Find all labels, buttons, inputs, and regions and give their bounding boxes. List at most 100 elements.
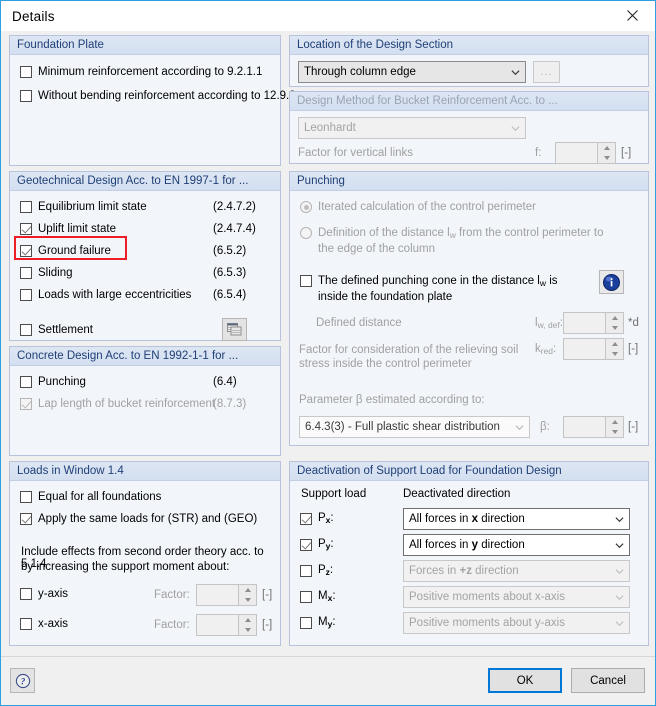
- factor-input-x-axis[interactable]: [197, 615, 238, 635]
- group-punching: Punching Iterated calculation of the con…: [289, 171, 649, 446]
- spinner-down-icon: [606, 427, 623, 437]
- direction-combo-py[interactable]: All forces in y direction: [403, 534, 630, 556]
- checkbox-label: Px:: [318, 512, 334, 525]
- chevron-glyph: [514, 424, 524, 430]
- checkbox-uplift-limit-state[interactable]: Uplift limit state: [20, 223, 116, 235]
- beta-unit: [-]: [628, 421, 639, 433]
- group-header: Geotechnical Design Acc. to EN 1997-1 fo…: [10, 172, 280, 191]
- location-ellipsis-button[interactable]: ...: [533, 61, 560, 83]
- group-concrete-design: Concrete Design Acc. to EN 1992-1-1 for …: [9, 346, 281, 456]
- factor-input-y-axis[interactable]: [197, 585, 238, 605]
- factor-unit-y-axis: [-]: [262, 589, 273, 601]
- group-body: Leonhardt Factor for vertical links f: […: [290, 110, 648, 164]
- checkbox-mx[interactable]: Mx:: [300, 590, 336, 603]
- group-title: Design Method for Bucket Reinforcement A…: [297, 95, 558, 107]
- beta-symbol: β:: [540, 421, 550, 433]
- checkbox-box: [20, 223, 32, 235]
- radio-label: Iterated calculation of the control peri…: [318, 201, 536, 213]
- dialog-footer: ? OK Cancel: [1, 656, 655, 705]
- chevron-glyph: [614, 620, 624, 626]
- checkbox-apply-same-loads-str-geo[interactable]: Apply the same loads for (STR) and (GEO): [20, 513, 257, 525]
- checkbox-box: [20, 201, 32, 213]
- table-settings-glyph: [227, 323, 242, 336]
- factor-vertical-links-unit: [-]: [621, 147, 632, 159]
- checkbox-box: [300, 275, 312, 287]
- checkbox-label: Settlement: [38, 324, 93, 336]
- checkbox-box: [20, 324, 32, 336]
- checkbox-py[interactable]: Py:: [300, 538, 334, 551]
- chevron-down-icon: [609, 541, 629, 550]
- info-icon[interactable]: [599, 270, 624, 294]
- spinner-buttons[interactable]: [238, 585, 256, 605]
- defined-distance-label: Defined distance: [316, 317, 402, 329]
- combo-selected-value: Through column edge: [304, 66, 416, 78]
- spinner-buttons[interactable]: [238, 615, 256, 635]
- group-deactivation-support-load: Deactivation of Support Load for Foundat…: [289, 461, 649, 646]
- spinner-up-icon: [606, 313, 623, 323]
- factor-vertical-links-input: [556, 143, 597, 163]
- checkbox-x-axis[interactable]: x-axis: [20, 618, 68, 630]
- group-header: Design Method for Bucket Reinforcement A…: [290, 92, 648, 111]
- checkbox-box: [20, 376, 32, 388]
- combo-selected-value: Positive moments about x-axis: [409, 591, 565, 603]
- spinner-buttons: [605, 339, 623, 359]
- spinner-up-icon[interactable]: [239, 585, 256, 595]
- table-settings-icon[interactable]: [222, 318, 247, 341]
- group-body: Equilibrium limit state (2.4.7.2) Uplift…: [10, 190, 280, 341]
- kred-spinner: [563, 338, 624, 360]
- checkbox-punching[interactable]: Punching: [20, 376, 86, 388]
- factor-spinner-y-axis[interactable]: [196, 584, 257, 606]
- chevron-down-icon: [609, 593, 629, 602]
- checkbox-my[interactable]: My:: [300, 616, 336, 629]
- checkbox-label: y-axis: [38, 588, 69, 600]
- spinner-down-icon[interactable]: [239, 625, 256, 635]
- checkbox-settlement[interactable]: Settlement: [20, 324, 93, 336]
- checkbox-pz[interactable]: Pz:: [300, 564, 333, 577]
- group-header: Foundation Plate: [10, 36, 280, 55]
- group-body: Equal for all foundations Apply the same…: [10, 480, 280, 645]
- factor-spinner-x-axis[interactable]: [196, 614, 257, 636]
- close-glyph: [627, 10, 638, 21]
- direction-combo-px[interactable]: All forces in x direction: [403, 508, 630, 530]
- chevron-down-icon: [609, 567, 629, 576]
- checkbox-y-axis[interactable]: y-axis: [20, 588, 68, 600]
- combo-selected-value: Leonhardt: [304, 122, 356, 134]
- column-header-deactivated-direction: Deactivated direction: [403, 488, 511, 500]
- checkbox-equal-for-all-foundations[interactable]: Equal for all foundations: [20, 491, 161, 503]
- checkbox-ground-failure[interactable]: Ground failure: [20, 245, 111, 257]
- spinner-down-icon[interactable]: [239, 595, 256, 605]
- group-title: Foundation Plate: [17, 39, 104, 51]
- checkbox-label: Punching: [38, 376, 86, 388]
- chevron-down-icon: [505, 68, 525, 77]
- group-title: Deactivation of Support Load for Foundat…: [297, 465, 562, 477]
- checkbox-without-bending-reinforcement[interactable]: Without bending reinforcement according …: [20, 90, 296, 102]
- code-ref-ground-failure: (6.5.2): [213, 245, 247, 257]
- spinner-up-icon[interactable]: [239, 615, 256, 625]
- checkbox-box: [300, 538, 312, 551]
- checkbox-punching-cone-inside-plate[interactable]: The defined punching cone in the distanc…: [300, 274, 588, 304]
- chevron-down-icon: [609, 619, 629, 628]
- checkbox-loads-large-eccentricities[interactable]: Loads with large eccentricities: [20, 289, 191, 301]
- help-icon[interactable]: ?: [10, 668, 35, 693]
- checkbox-equilibrium-limit-state[interactable]: Equilibrium limit state: [20, 201, 147, 213]
- close-icon[interactable]: [610, 1, 655, 30]
- factor-vertical-links-label: Factor for vertical links: [298, 147, 414, 159]
- chevron-down-icon: [509, 423, 529, 432]
- checkbox-box: [20, 618, 32, 630]
- svg-text:?: ?: [20, 676, 25, 686]
- radio-definition-of-distance: Definition of the distance lw from the c…: [300, 226, 618, 256]
- group-body: Through column edge ...: [290, 54, 648, 86]
- group-header: Concrete Design Acc. to EN 1992-1-1 for …: [10, 347, 280, 366]
- checkbox-px[interactable]: Px:: [300, 512, 334, 525]
- checkbox-minimum-reinforcement[interactable]: Minimum reinforcement according to 9.2.1…: [20, 66, 262, 78]
- location-design-section-combo[interactable]: Through column edge: [298, 61, 526, 83]
- cancel-button[interactable]: Cancel: [571, 668, 645, 693]
- window-title: Details: [12, 8, 55, 24]
- group-title: Punching: [297, 175, 345, 187]
- checkbox-sliding[interactable]: Sliding: [20, 267, 73, 279]
- ok-button[interactable]: OK: [488, 668, 562, 693]
- kred-input: [564, 339, 605, 359]
- beta-parameter-combo[interactable]: 6.4.3(3) - Full plastic shear distributi…: [299, 416, 530, 438]
- chevron-glyph: [510, 69, 520, 75]
- spinner-buttons: [605, 417, 623, 437]
